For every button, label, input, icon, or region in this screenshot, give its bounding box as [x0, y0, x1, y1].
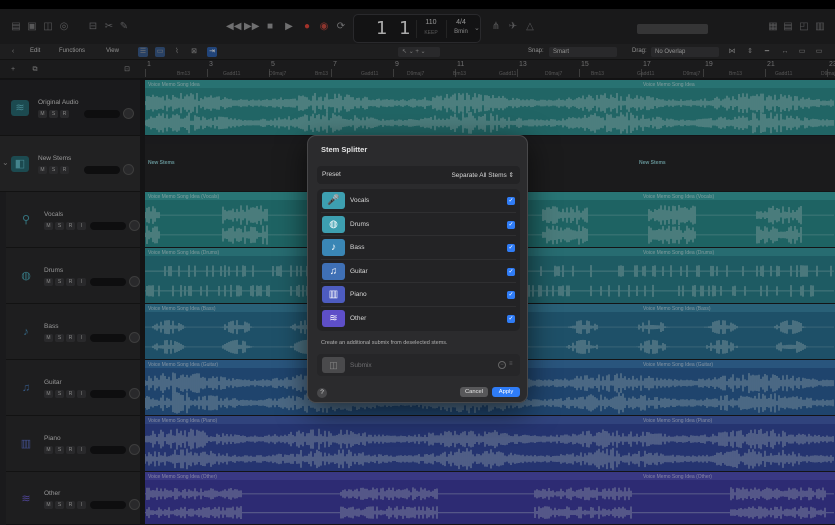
cancel-button[interactable]: Cancel — [460, 387, 488, 397]
drums-icon: ◍ — [322, 215, 345, 233]
stem-checkbox[interactable]: ✓ — [507, 220, 515, 229]
bass-guitar-icon: ♪ — [322, 239, 345, 256]
stem-checkbox[interactable]: ✓ — [507, 291, 515, 299]
dialog-title: Stem Splitter — [321, 145, 368, 154]
stem-splitter-dialog: Stem Splitter Preset Separate All Stems … — [307, 135, 528, 403]
stem-row-vocals[interactable]: 🎤 Vocals ✓ — [317, 189, 520, 213]
submix-row: ◫ Submix − ≡ — [317, 354, 520, 376]
apply-button[interactable]: Apply — [492, 387, 520, 397]
preset-label: Preset — [322, 171, 341, 178]
stem-label: Guitar — [350, 267, 368, 275]
stems-list: 🎤 Vocals ✓ ◍ Drums ✓ ♪ Bass ✓ ♫ Guitar ✓ ▥ Piano ✓ ≋ Oth… — [317, 189, 520, 331]
stem-row-guitar[interactable]: ♫ Guitar ✓ — [317, 260, 520, 283]
chevron-updown-icon: ⇕ — [508, 172, 514, 179]
stem-label: Bass — [350, 244, 365, 251]
submix-minus-icon[interactable]: − — [498, 361, 506, 369]
help-button[interactable]: ? — [317, 388, 327, 398]
preset-value-text: Separate All Stems — [451, 172, 507, 179]
waveform-icon: ≋ — [322, 309, 345, 327]
logic-pro-window: ▤ ▣ ◫ ◎ ⊟ ✂ ✎ ◀◀ ▶▶ ■ ▶ ● ◉ ⟳ 1 1 110 KE… — [0, 0, 835, 525]
stem-row-bass[interactable]: ♪ Bass ✓ — [317, 236, 520, 260]
stem-label: Piano — [350, 291, 367, 298]
piano-icon: ▥ — [322, 286, 345, 303]
submix-label: Submix — [350, 362, 372, 369]
stem-row-drums[interactable]: ◍ Drums ✓ — [317, 213, 520, 236]
stem-row-other[interactable]: ≋ Other ✓ — [317, 307, 520, 331]
guitar-icon: ♫ — [322, 262, 345, 280]
stem-label: Other — [350, 314, 367, 322]
microphone-icon: 🎤 — [322, 192, 345, 209]
submix-note: Create an additional submix from deselec… — [321, 340, 448, 346]
stem-checkbox[interactable]: ✓ — [507, 314, 515, 323]
stem-checkbox[interactable]: ✓ — [507, 244, 515, 252]
stem-label: Vocals — [350, 197, 370, 204]
preset-value: Separate All Stems ⇕ — [451, 171, 514, 179]
submix-icon: ◫ — [322, 357, 345, 373]
stem-label: Drums — [350, 220, 370, 228]
window-top-strip — [0, 0, 835, 9]
stem-checkbox[interactable]: ✓ — [507, 197, 515, 205]
preset-select[interactable]: Preset Separate All Stems ⇕ — [317, 166, 520, 184]
stem-checkbox[interactable]: ✓ — [507, 267, 515, 276]
submix-list-icon[interactable]: ≡ — [509, 361, 516, 369]
stem-row-piano[interactable]: ▥ Piano ✓ — [317, 283, 520, 307]
